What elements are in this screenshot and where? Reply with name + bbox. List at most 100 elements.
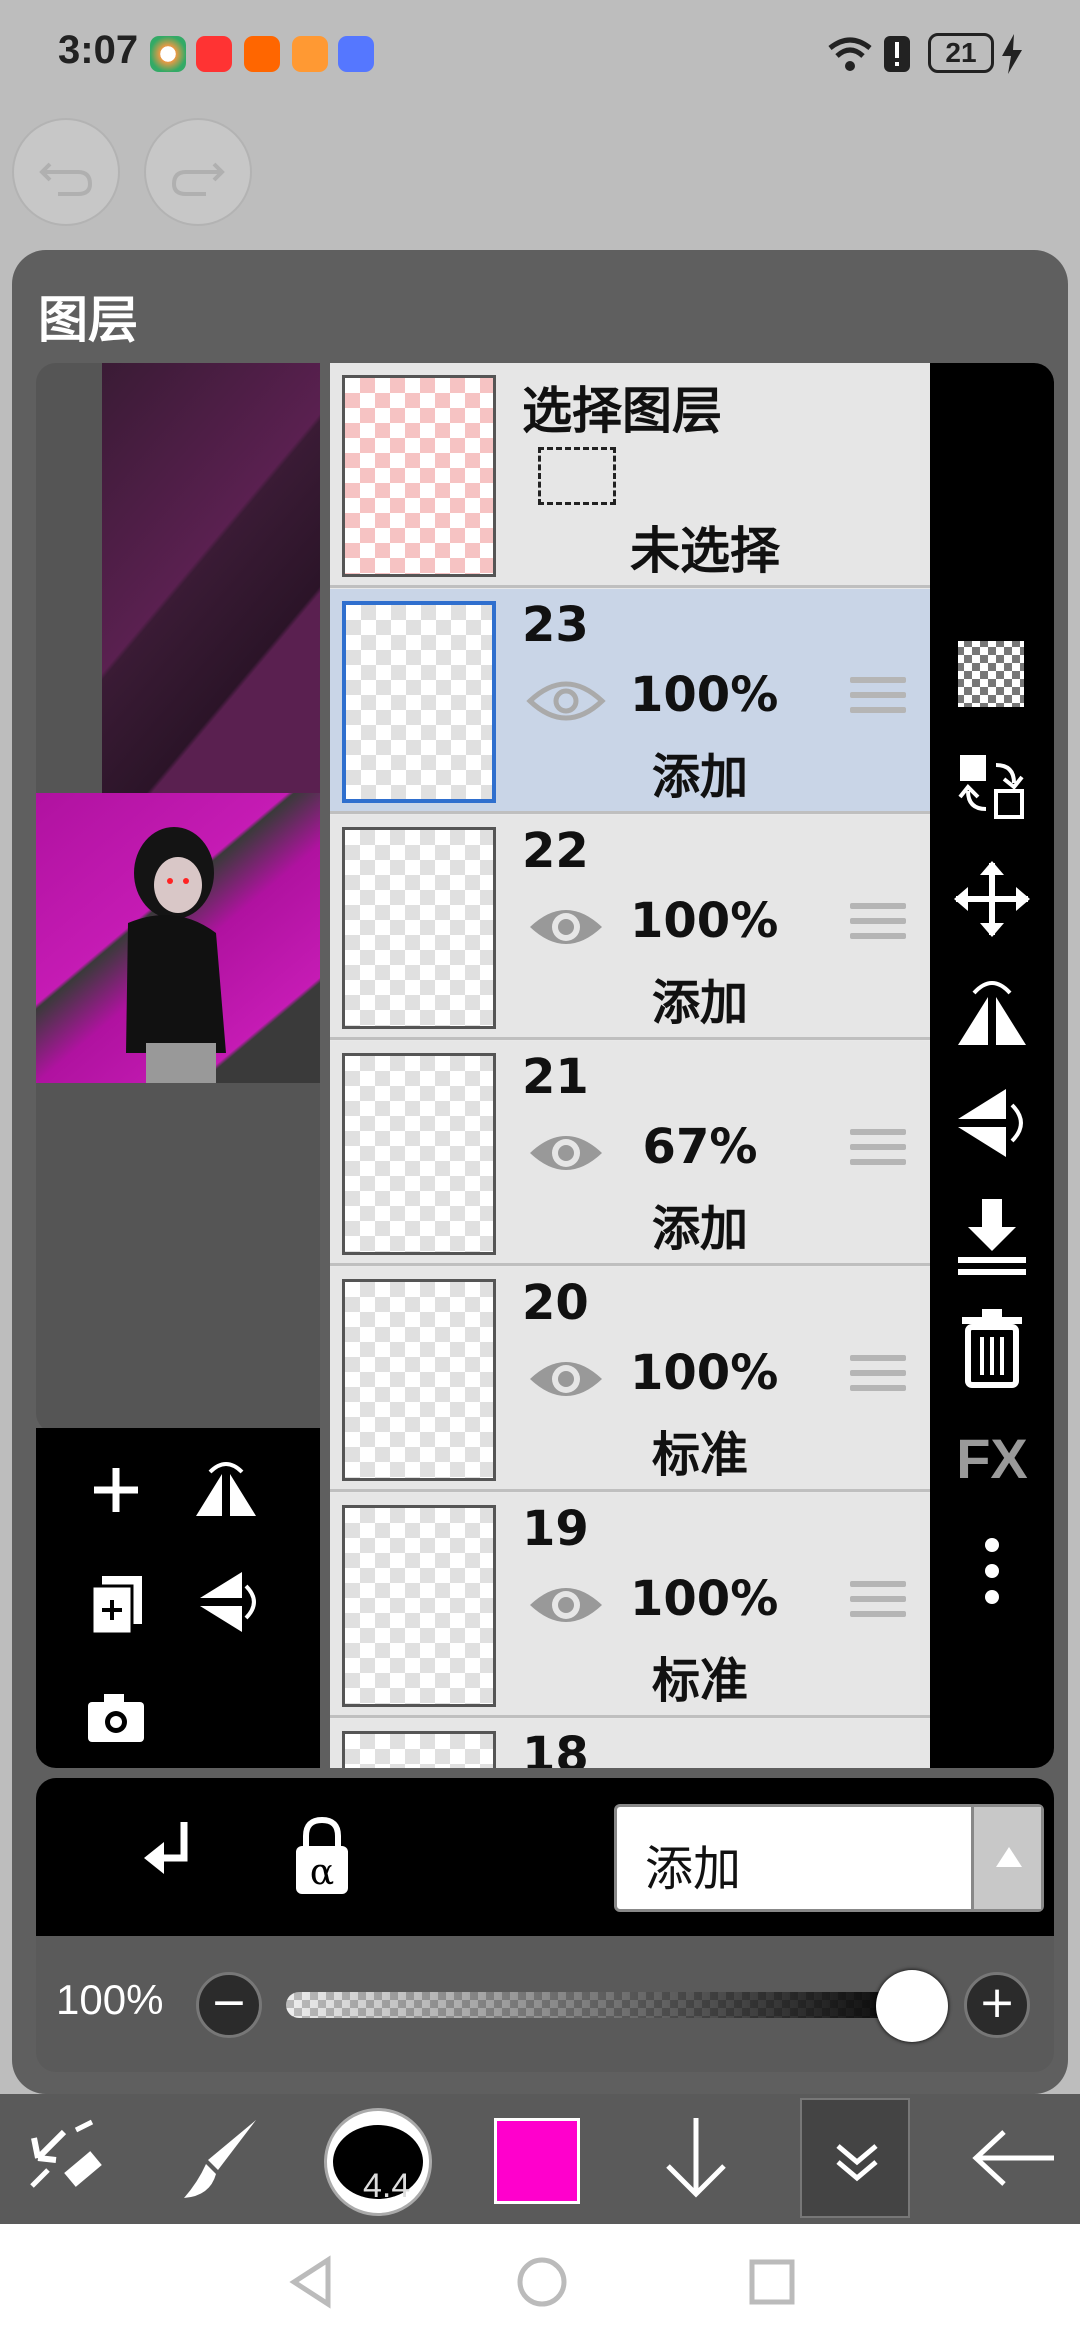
- opacity-slider[interactable]: [286, 1992, 926, 2018]
- flip-vertical-icon[interactable]: [948, 1079, 1036, 1167]
- bottom-toolbar: 4.4: [0, 2094, 1080, 2224]
- nav-back-icon[interactable]: [284, 2252, 338, 2312]
- character-figure: [126, 827, 226, 1083]
- layer-thumbnail: [342, 1731, 496, 1768]
- opacity-bar: 100% − +: [36, 1936, 1054, 2072]
- alpha-lock-icon[interactable]: α: [282, 1812, 362, 1902]
- layer-thumbnail: [342, 1279, 496, 1481]
- layer-thumbnail: [342, 1505, 496, 1707]
- undo-icon: [39, 162, 93, 196]
- weibo-icon: [196, 36, 232, 72]
- drag-handle-icon[interactable]: [850, 677, 906, 727]
- layer-number: 23: [522, 597, 589, 653]
- video-app-icon: [292, 36, 328, 72]
- layer-row[interactable]: 19 100% 标准: [330, 1493, 930, 1718]
- redo-icon: [171, 162, 225, 196]
- layer-thumbnail: [342, 827, 496, 1029]
- visibility-eye-icon[interactable]: [526, 1349, 606, 1409]
- layer-list[interactable]: 选择图层 未选择 23 100% 添加 22 100% 添加 21 67% 添加…: [330, 363, 930, 1768]
- weibo-icon: [244, 36, 280, 72]
- color-swatch[interactable]: [494, 2118, 580, 2204]
- flip-horizontal-button[interactable]: [186, 1450, 266, 1530]
- layer-row[interactable]: 22 100% 添加: [330, 815, 930, 1040]
- layer-thumbnail: [342, 375, 496, 577]
- layer-panel-button[interactable]: [800, 2098, 910, 2218]
- drag-handle-icon[interactable]: [850, 1129, 906, 1179]
- status-bar: 3:07 21: [0, 0, 1080, 110]
- double-chevron-down-icon: [836, 2144, 878, 2182]
- brush-size-value: 4.4: [363, 2167, 411, 2205]
- selection-layer-row[interactable]: 选择图层 未选择: [330, 363, 930, 588]
- layer-opacity: 100%: [630, 667, 779, 723]
- redo-button[interactable]: [144, 118, 252, 226]
- opacity-decrease-button[interactable]: −: [196, 1972, 262, 2038]
- layer-number: 18: [522, 1727, 589, 1768]
- layer-number: 20: [522, 1275, 589, 1331]
- music-app-icon: [338, 36, 374, 72]
- layer-row[interactable]: 18: [330, 1719, 930, 1768]
- brush-tool-icon[interactable]: [172, 2108, 272, 2208]
- artwork-preview: [36, 793, 320, 1083]
- transform-tool-icon[interactable]: [18, 2108, 118, 2208]
- camera-button[interactable]: [76, 1678, 156, 1758]
- brush-size-button[interactable]: 4.4: [324, 2108, 432, 2216]
- layer-blend-mode: 标准: [651, 1653, 748, 1709]
- layer-blend-mode: 添加: [651, 975, 748, 1031]
- preview-tools: [36, 1428, 320, 1768]
- selection-marquee-icon: [538, 447, 616, 505]
- panel-title: 图层: [38, 291, 138, 349]
- duplicate-layer-button[interactable]: [76, 1562, 156, 1642]
- add-layer-button[interactable]: [76, 1450, 156, 1530]
- undo-button[interactable]: [12, 118, 120, 226]
- flip-horizontal-icon[interactable]: [948, 967, 1036, 1055]
- trash-icon[interactable]: [948, 1303, 1036, 1391]
- visibility-eye-icon[interactable]: [526, 671, 606, 731]
- flip-vertical-button[interactable]: [186, 1562, 266, 1642]
- drag-handle-icon[interactable]: [850, 903, 906, 953]
- clipping-icon[interactable]: [132, 1812, 212, 1902]
- layer-thumbnail: [342, 601, 496, 803]
- battery-indicator: 21: [928, 33, 994, 73]
- status-time: 3:07: [58, 28, 139, 72]
- down-arrow-icon[interactable]: [646, 2108, 746, 2208]
- canvas-background: [102, 363, 320, 793]
- layer-number: 19: [522, 1501, 589, 1557]
- transparent-fill-icon[interactable]: [948, 631, 1036, 719]
- layer-number: 21: [522, 1049, 589, 1105]
- layer-blend-mode: 标准: [651, 1427, 748, 1483]
- more-options-icon[interactable]: [948, 1527, 1036, 1615]
- drag-handle-icon[interactable]: [850, 1355, 906, 1405]
- fx-button[interactable]: FX: [948, 1415, 1036, 1503]
- opacity-slider-thumb[interactable]: [876, 1970, 948, 2042]
- layer-row[interactable]: 23 100% 添加: [330, 589, 930, 814]
- layer-row[interactable]: 21 67% 添加: [330, 1041, 930, 1266]
- layer-thumbnail: [342, 1053, 496, 1255]
- layer-number: 22: [522, 823, 589, 879]
- visibility-eye-icon[interactable]: [526, 1575, 606, 1635]
- layer-blend-mode: 添加: [651, 1201, 748, 1257]
- alert-icon: [884, 36, 910, 72]
- layer-opacity: 100%: [630, 1345, 779, 1401]
- visibility-eye-icon[interactable]: [526, 1123, 606, 1183]
- charging-icon: [1002, 34, 1022, 74]
- layer-opacity: 67%: [642, 1119, 758, 1175]
- back-arrow-icon[interactable]: [964, 2108, 1064, 2208]
- blend-mode-value: 添加: [645, 1841, 742, 1897]
- opacity-increase-button[interactable]: +: [964, 1972, 1030, 2038]
- nav-home-icon[interactable]: [512, 2252, 572, 2312]
- visibility-eye-icon[interactable]: [526, 897, 606, 957]
- move-icon[interactable]: [948, 855, 1036, 943]
- swap-layers-icon[interactable]: [948, 743, 1036, 831]
- layer-opacity: 100%: [630, 893, 779, 949]
- drag-handle-icon[interactable]: [850, 1581, 906, 1631]
- selection-layer-title: 选择图层: [522, 382, 722, 440]
- svg-text:α: α: [310, 1852, 334, 1893]
- blend-mode-bar: α 添加: [36, 1778, 1054, 1936]
- blend-mode-select[interactable]: 添加: [614, 1804, 1044, 1912]
- layer-row[interactable]: 20 100% 标准: [330, 1267, 930, 1492]
- system-nav-bar: [0, 2224, 1080, 2340]
- canvas-preview[interactable]: [36, 363, 320, 1433]
- opacity-value: 100%: [56, 1976, 164, 2023]
- nav-recents-icon[interactable]: [742, 2252, 802, 2312]
- merge-down-icon[interactable]: [948, 1191, 1036, 1279]
